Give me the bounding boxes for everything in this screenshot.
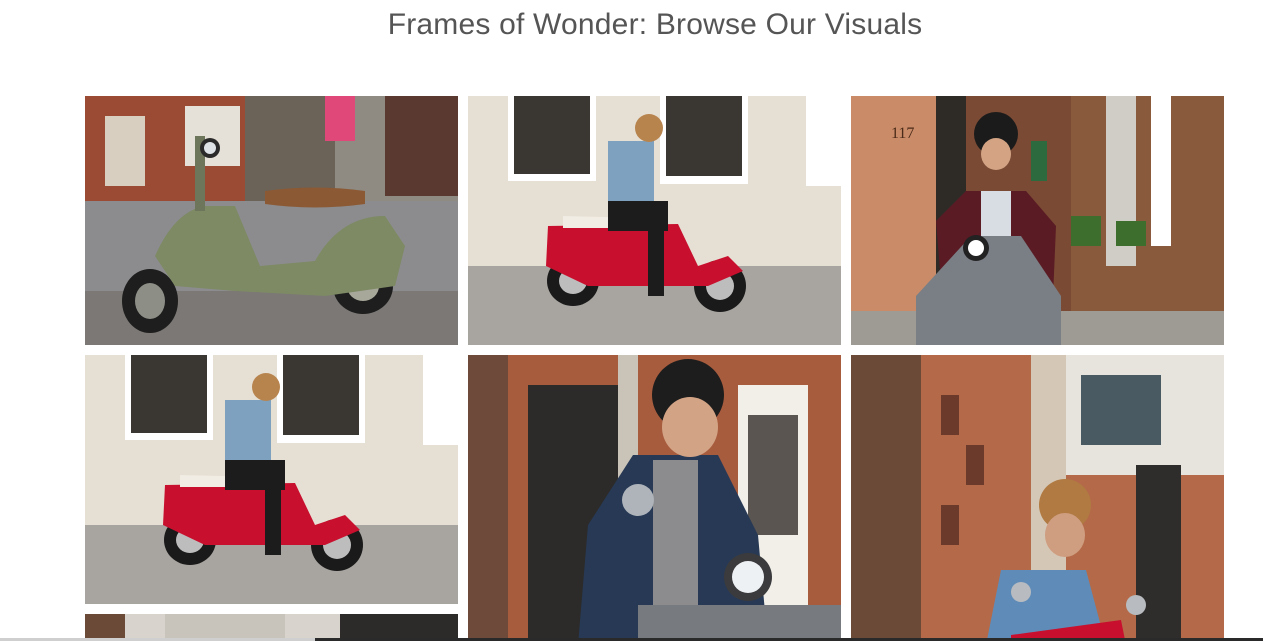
gallery-image-burgundy-rider[interactable]: 117 xyxy=(851,96,1224,345)
scooter-photo-7 xyxy=(85,614,458,641)
gallery-image-scooter-7[interactable] xyxy=(85,614,458,641)
svg-text:117: 117 xyxy=(891,125,914,142)
gallery-image-black-helmet-rider[interactable] xyxy=(468,355,841,641)
red-scooter-rider-photo xyxy=(468,96,841,345)
brown-helmet-rider-photo xyxy=(851,355,1224,641)
gallery-image-green-scooter[interactable] xyxy=(85,96,458,345)
gallery-image-brown-helmet-rider[interactable] xyxy=(851,355,1224,641)
red-scooter-rider-photo-2 xyxy=(85,355,458,604)
gallery-image-red-scooter-rider[interactable] xyxy=(468,96,841,345)
page: Frames of Wonder: Browse Our Visuals 117 xyxy=(0,0,1263,641)
burgundy-rider-photo: 117 xyxy=(851,96,1224,345)
green-scooter-photo xyxy=(85,96,458,345)
page-title: Frames of Wonder: Browse Our Visuals xyxy=(387,8,923,41)
gallery-image-red-scooter-rider-2[interactable] xyxy=(85,355,458,604)
black-helmet-rider-photo xyxy=(468,355,841,641)
